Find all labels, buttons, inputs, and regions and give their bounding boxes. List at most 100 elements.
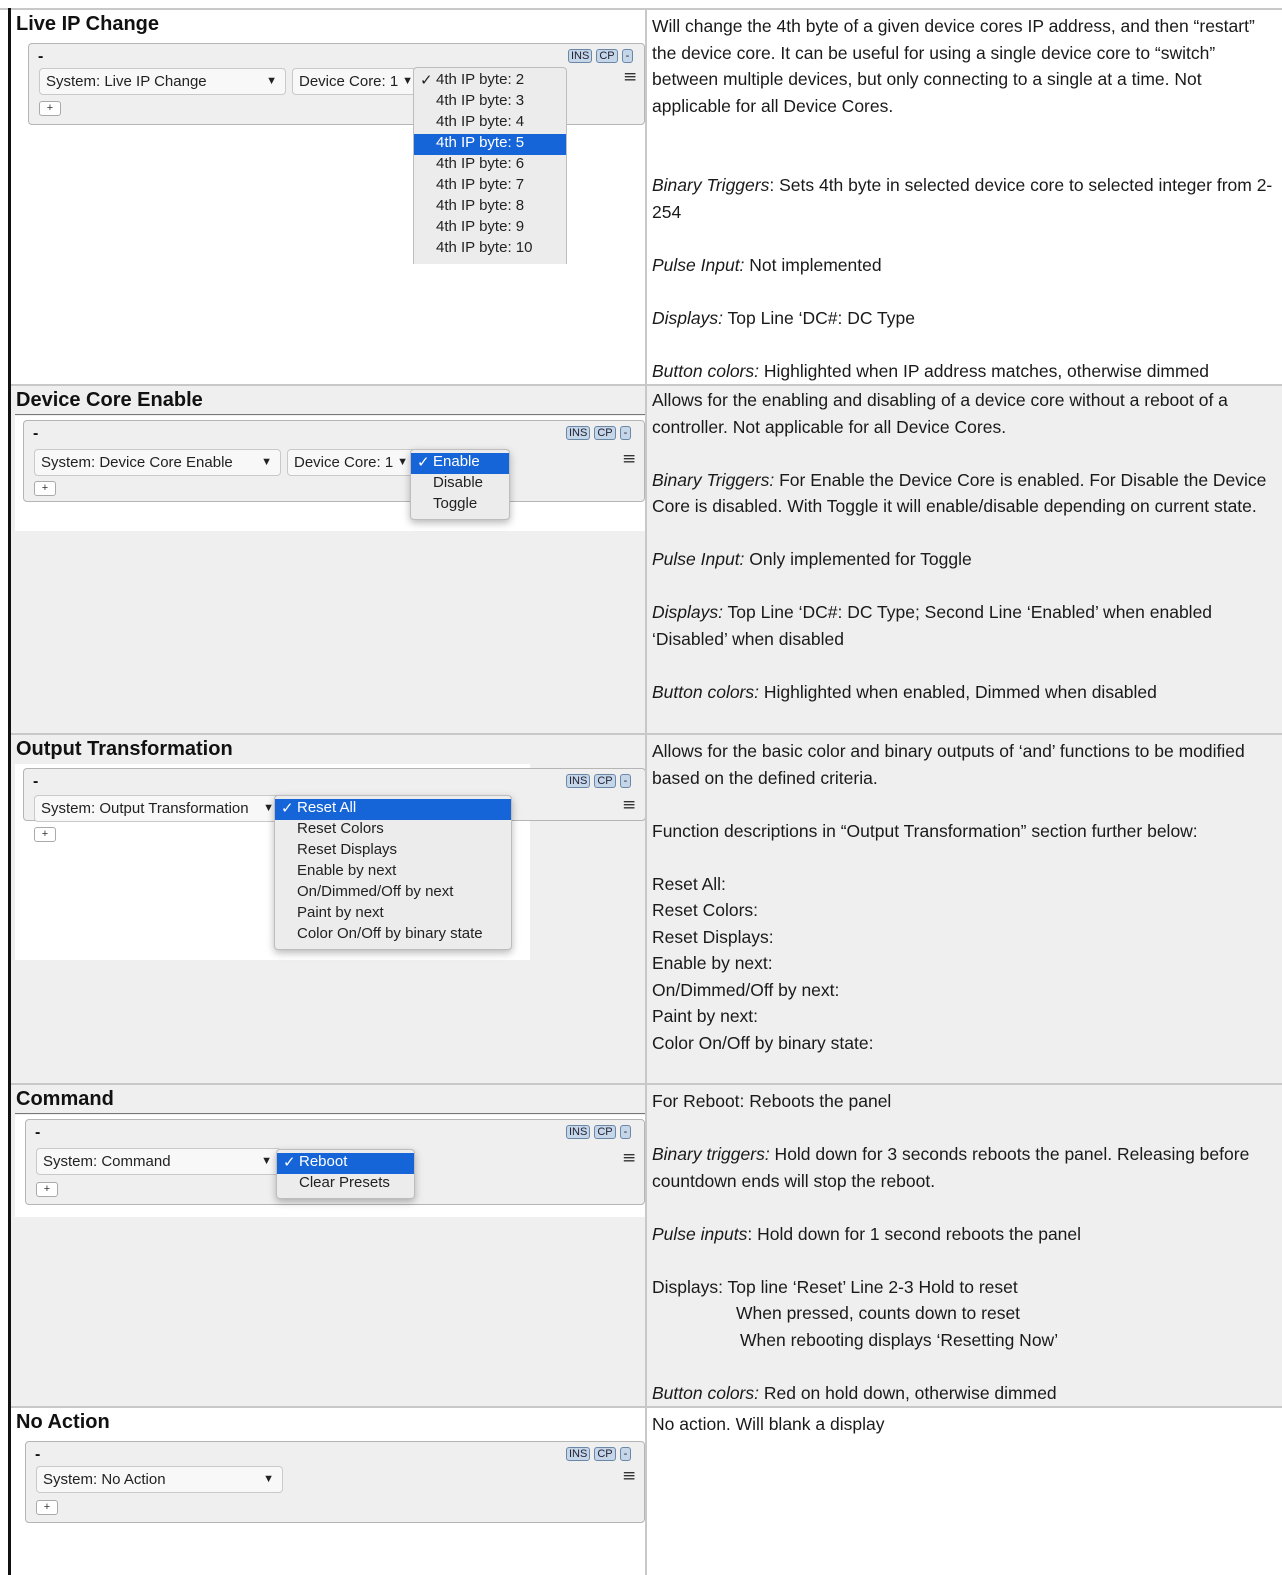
- section-description: Allows for the enabling and disabling of…: [652, 387, 1278, 705]
- system-select[interactable]: System: Live IP Change ▼: [39, 68, 286, 95]
- menu-icon[interactable]: ≡: [623, 67, 637, 87]
- section-title: Command: [16, 1088, 114, 1110]
- remove-button[interactable]: -: [621, 49, 634, 63]
- function-item: Color On/Off by binary state:: [652, 1032, 874, 1053]
- select-value: Device Core: 1: [299, 73, 399, 90]
- dropdown-option[interactable]: 4th IP byte: 8: [414, 197, 566, 218]
- ins-button[interactable]: INS: [566, 1447, 591, 1461]
- system-select[interactable]: System: Command ▼: [36, 1148, 281, 1175]
- transformation-dropdown: ✓ Reset All Reset Colors Reset Displays E…: [274, 795, 512, 950]
- dropdown-option[interactable]: 4th IP byte: 4: [414, 113, 566, 134]
- add-button[interactable]: +: [39, 101, 61, 116]
- displays-text: Displays: Top Line ‘DC#: DC Type; Second…: [652, 602, 1213, 649]
- ui-screenshot: - INS CP - System: Command ▼ ≡ + ✓ Reboot…: [15, 1115, 645, 1217]
- section-title: No Action: [16, 1411, 110, 1433]
- ins-button[interactable]: INS: [568, 49, 593, 63]
- select-value: System: Command: [43, 1153, 171, 1170]
- dropdown-option[interactable]: 4th IP byte: 7: [414, 176, 566, 197]
- pulse-input-text: Pulse Input: Only implemented for Toggle: [652, 549, 972, 569]
- row-output-transformation: Output Transformation - INS CP - System:…: [0, 735, 1282, 1083]
- menu-icon[interactable]: ≡: [622, 1466, 636, 1486]
- cp-button[interactable]: CP: [596, 49, 618, 63]
- binary-triggers-text: Binary triggers: Hold down for 3 seconds…: [652, 1144, 1250, 1191]
- dropdown-option[interactable]: Clear Presets: [277, 1174, 414, 1195]
- displays-text: Displays: Top line ‘Reset’ Line 2-3 Hold…: [652, 1276, 1018, 1297]
- functions-note: Function descriptions in “Output Transfo…: [652, 820, 1198, 841]
- collapse-dash[interactable]: -: [33, 426, 38, 442]
- displays-text: When pressed, counts down to reset: [736, 1303, 1021, 1323]
- dropdown-option[interactable]: On/Dimmed/Off by next: [275, 883, 511, 904]
- column-divider: [645, 10, 647, 1575]
- add-button[interactable]: +: [34, 481, 56, 496]
- button-colors-text: Button colors: Highlighted when enabled,…: [652, 681, 1157, 702]
- dropdown-option[interactable]: ✓ 4th IP byte: 2: [414, 71, 566, 92]
- remove-button[interactable]: -: [619, 774, 632, 788]
- dropdown-option-highlighted[interactable]: ✓ Enable: [411, 453, 509, 474]
- collapse-dash[interactable]: -: [38, 49, 43, 65]
- dropdown-option-highlighted[interactable]: 4th IP byte: 5: [414, 134, 566, 155]
- dropdown-option[interactable]: 4th IP byte: 9: [414, 218, 566, 239]
- dropdown-option[interactable]: 4th IP byte: 6: [414, 155, 566, 176]
- section-description: Will change the 4th byte of a given devi…: [652, 13, 1278, 384]
- add-button[interactable]: +: [34, 827, 56, 842]
- cp-button[interactable]: CP: [594, 1447, 616, 1461]
- device-core-select[interactable]: Device Core: 1 ▼: [292, 68, 422, 95]
- add-button[interactable]: +: [36, 1182, 58, 1197]
- device-core-select[interactable]: Device Core: 1 ▼: [287, 449, 417, 476]
- remove-button[interactable]: -: [619, 1447, 632, 1461]
- collapse-dash[interactable]: -: [35, 1447, 40, 1463]
- cp-button[interactable]: CP: [594, 426, 616, 440]
- system-select[interactable]: System: Output Transformation ▼: [34, 795, 283, 822]
- select-value: System: Output Transformation: [41, 800, 249, 817]
- intro-text: Allows for the basic color and binary ou…: [652, 741, 1245, 788]
- section-title: Output Transformation: [16, 738, 233, 760]
- dropdown-option[interactable]: Color On/Off by binary state: [275, 925, 511, 946]
- dropdown-option[interactable]: Paint by next: [275, 904, 511, 925]
- dropdown-option[interactable]: 4th IP byte: 10: [414, 239, 566, 260]
- ui-screenshot: - INS CP - System: Device Core Enable ▼ …: [15, 416, 645, 531]
- system-select[interactable]: System: No Action ▼: [36, 1466, 283, 1493]
- dropdown-option[interactable]: Reset Colors: [275, 820, 511, 841]
- remove-button[interactable]: -: [619, 426, 632, 440]
- select-value: Device Core: 1: [294, 454, 394, 471]
- enable-dropdown: ✓ Enable Disable Toggle: [410, 449, 510, 520]
- section-description: For Reboot: Reboots the panel Binary tri…: [652, 1088, 1278, 1406]
- intro-text: Will change the 4th byte of a given devi…: [652, 16, 1255, 116]
- dropdown-option[interactable]: Enable by next: [275, 862, 511, 883]
- function-item: Reset Colors:: [652, 900, 759, 920]
- binary-triggers-text: Binary Triggers: Sets 4th byte in select…: [652, 175, 1273, 222]
- ins-button[interactable]: INS: [566, 1125, 591, 1139]
- system-select[interactable]: System: Device Core Enable ▼: [34, 449, 281, 476]
- pulse-input-text: Pulse inputs: Hold down for 1 second reb…: [652, 1223, 1082, 1244]
- remove-button[interactable]: -: [619, 1125, 632, 1139]
- dropdown-option-highlighted[interactable]: ✓ Reboot: [277, 1153, 414, 1174]
- check-icon: ✓: [281, 800, 294, 817]
- section-description: Allows for the basic color and binary ou…: [652, 738, 1278, 1056]
- ins-button[interactable]: INS: [566, 774, 591, 788]
- collapse-dash[interactable]: -: [35, 1125, 40, 1141]
- dropdown-option[interactable]: Disable: [411, 474, 509, 495]
- ip-byte-dropdown: ✓ 4th IP byte: 2 4th IP byte: 3 4th IP by…: [413, 67, 567, 264]
- chevron-down-icon: ▼: [402, 75, 413, 87]
- intro-text: Allows for the enabling and disabling of…: [652, 390, 1228, 437]
- section-title: Live IP Change: [16, 13, 160, 35]
- cp-button[interactable]: CP: [594, 774, 616, 788]
- add-button[interactable]: +: [36, 1500, 58, 1515]
- dropdown-option[interactable]: Reset Displays: [275, 841, 511, 862]
- row-live-ip-change: Live IP Change - INS CP - System: Live I…: [0, 10, 1282, 384]
- dropdown-option[interactable]: Toggle: [411, 495, 509, 516]
- menu-icon[interactable]: ≡: [622, 1148, 636, 1168]
- collapse-dash[interactable]: -: [33, 774, 38, 790]
- menu-icon[interactable]: ≡: [622, 449, 636, 469]
- section-title: Device Core Enable: [16, 389, 203, 411]
- menu-icon[interactable]: ≡: [622, 795, 636, 815]
- select-value: System: Live IP Change: [46, 73, 207, 90]
- cp-button[interactable]: CP: [594, 1125, 616, 1139]
- button-colors-text: Button colors: Red on hold down, otherwi…: [652, 1382, 1057, 1403]
- ins-button[interactable]: INS: [566, 426, 591, 440]
- dropdown-option[interactable]: 4th IP byte: 3: [414, 92, 566, 113]
- dropdown-option-highlighted[interactable]: ✓ Reset All: [275, 799, 511, 820]
- check-icon: ✓: [420, 72, 433, 89]
- function-item: Reset Displays:: [652, 926, 774, 947]
- button-colors-text: Button colors: Highlighted when IP addre…: [652, 360, 1210, 381]
